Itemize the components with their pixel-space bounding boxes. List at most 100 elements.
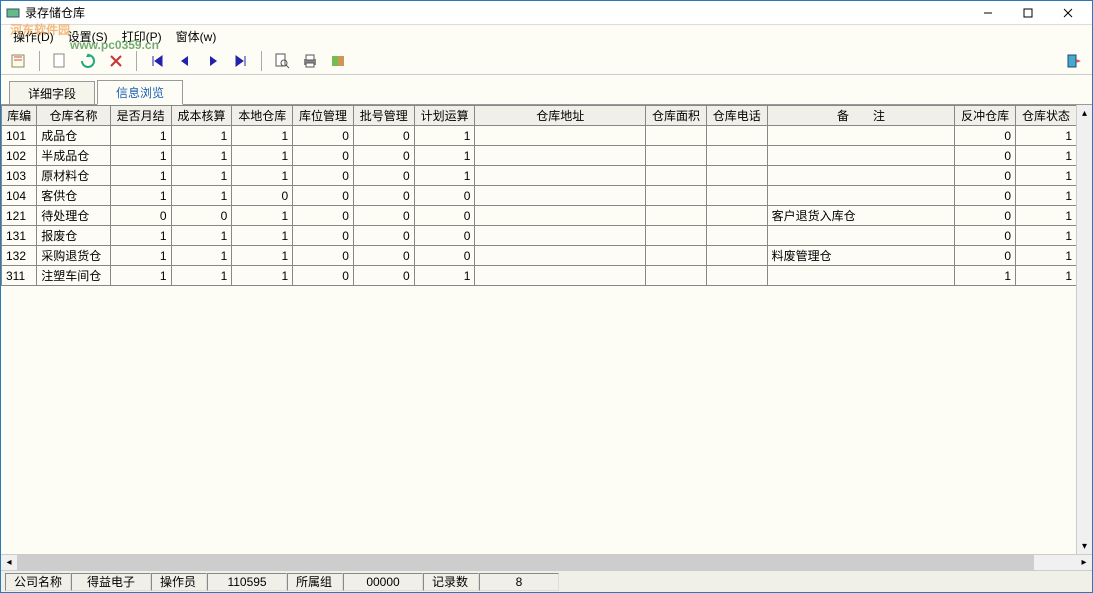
cell[interactable]: 1	[414, 266, 475, 286]
cell[interactable]: 0	[353, 266, 414, 286]
exit-icon[interactable]	[1062, 49, 1086, 73]
cell[interactable]	[767, 126, 955, 146]
cell[interactable]: 1	[232, 206, 293, 226]
cell[interactable]	[767, 186, 955, 206]
cell[interactable]	[646, 186, 707, 206]
cell[interactable]: 1	[110, 186, 171, 206]
cell[interactable]: 0	[353, 166, 414, 186]
cell[interactable]: 客户退货入库仓	[767, 206, 955, 226]
cell[interactable]	[646, 266, 707, 286]
cell[interactable]: 311	[2, 266, 37, 286]
cell[interactable]: 104	[2, 186, 37, 206]
cell[interactable]	[475, 146, 646, 166]
cell[interactable]: 0	[293, 246, 354, 266]
cell[interactable]: 0	[414, 206, 475, 226]
cell[interactable]	[475, 126, 646, 146]
scroll-thumb[interactable]	[17, 555, 1034, 570]
cell[interactable]: 0	[110, 206, 171, 226]
tab-browse[interactable]: 信息浏览	[97, 80, 183, 105]
data-grid[interactable]: 库编仓库名称是否月结成本核算本地仓库库位管理批号管理计划运算仓库地址仓库面积仓库…	[1, 105, 1092, 554]
column-header[interactable]: 本地仓库	[232, 106, 293, 126]
cell[interactable]: 成品仓	[37, 126, 111, 146]
new-icon[interactable]	[48, 49, 72, 73]
cell[interactable]	[767, 146, 955, 166]
cell[interactable]	[475, 206, 646, 226]
cell[interactable]: 121	[2, 206, 37, 226]
cell[interactable]: 采购退货仓	[37, 246, 111, 266]
cell[interactable]: 103	[2, 166, 37, 186]
cell[interactable]: 0	[171, 206, 232, 226]
cell[interactable]: 1	[232, 126, 293, 146]
cell[interactable]	[767, 166, 955, 186]
cell[interactable]: 1	[171, 146, 232, 166]
cell[interactable]	[706, 266, 767, 286]
cell[interactable]: 1	[414, 126, 475, 146]
cell[interactable]: 0	[353, 146, 414, 166]
prev-icon[interactable]	[173, 49, 197, 73]
cell[interactable]: 1	[1016, 206, 1077, 226]
cell[interactable]	[475, 226, 646, 246]
menu-window[interactable]: 窗体(w)	[170, 26, 223, 47]
close-button[interactable]	[1048, 2, 1088, 24]
last-icon[interactable]	[229, 49, 253, 73]
cell[interactable]	[706, 226, 767, 246]
scroll-up-icon[interactable]: ▴	[1077, 105, 1092, 121]
cell[interactable]: 0	[232, 186, 293, 206]
cell[interactable]: 0	[353, 206, 414, 226]
cell[interactable]: 报废仓	[37, 226, 111, 246]
cell[interactable]	[646, 206, 707, 226]
cell[interactable]: 0	[293, 146, 354, 166]
table-row[interactable]: 311注塑车间仓11100111	[2, 266, 1077, 286]
cell[interactable]: 0	[955, 146, 1016, 166]
column-header[interactable]: 仓库地址	[475, 106, 646, 126]
export-icon[interactable]	[326, 49, 350, 73]
scroll-left-icon[interactable]: ◂	[1, 555, 17, 570]
table-row[interactable]: 132采购退货仓111000料废管理仓01	[2, 246, 1077, 266]
tab-detail[interactable]: 详细字段	[9, 81, 95, 105]
next-icon[interactable]	[201, 49, 225, 73]
column-header[interactable]: 成本核算	[171, 106, 232, 126]
cell[interactable]	[646, 226, 707, 246]
cell[interactable]: 1	[171, 266, 232, 286]
vertical-scrollbar[interactable]: ▴ ▾	[1076, 105, 1092, 554]
cell[interactable]: 131	[2, 226, 37, 246]
cell[interactable]: 1	[171, 186, 232, 206]
cell[interactable]	[706, 146, 767, 166]
cell[interactable]: 1	[1016, 166, 1077, 186]
cell[interactable]: 0	[955, 246, 1016, 266]
menu-file[interactable]: 操作(D)	[7, 26, 60, 47]
cell[interactable]: 1	[955, 266, 1016, 286]
save-icon[interactable]	[7, 49, 31, 73]
minimize-button[interactable]	[968, 2, 1008, 24]
cell[interactable]	[646, 126, 707, 146]
cell[interactable]	[475, 266, 646, 286]
cell[interactable]: 0	[293, 226, 354, 246]
preview-icon[interactable]	[270, 49, 294, 73]
cell[interactable]: 1	[232, 266, 293, 286]
horizontal-scrollbar[interactable]: ◂ ▸	[1, 554, 1092, 570]
delete-icon[interactable]	[104, 49, 128, 73]
cell[interactable]: 1	[1016, 146, 1077, 166]
cell[interactable]: 1	[1016, 126, 1077, 146]
table-row[interactable]: 102半成品仓11100101	[2, 146, 1077, 166]
cell[interactable]: 1	[171, 246, 232, 266]
cell[interactable]	[475, 246, 646, 266]
cell[interactable]: 1	[1016, 246, 1077, 266]
cell[interactable]	[706, 166, 767, 186]
column-header[interactable]: 库编	[2, 106, 37, 126]
cell[interactable]: 1	[232, 146, 293, 166]
table-row[interactable]: 104客供仓11000001	[2, 186, 1077, 206]
cell[interactable]	[646, 246, 707, 266]
print-icon[interactable]	[298, 49, 322, 73]
table-row[interactable]: 103原材料仓11100101	[2, 166, 1077, 186]
cell[interactable]: 132	[2, 246, 37, 266]
menu-print[interactable]: 打印(P)	[116, 26, 168, 47]
cell[interactable]	[706, 126, 767, 146]
cell[interactable]: 半成品仓	[37, 146, 111, 166]
cell[interactable]: 1	[110, 246, 171, 266]
cell[interactable]: 0	[293, 126, 354, 146]
cell[interactable]: 0	[414, 226, 475, 246]
cell[interactable]: 0	[955, 166, 1016, 186]
cell[interactable]: 注塑车间仓	[37, 266, 111, 286]
cell[interactable]: 原材料仓	[37, 166, 111, 186]
